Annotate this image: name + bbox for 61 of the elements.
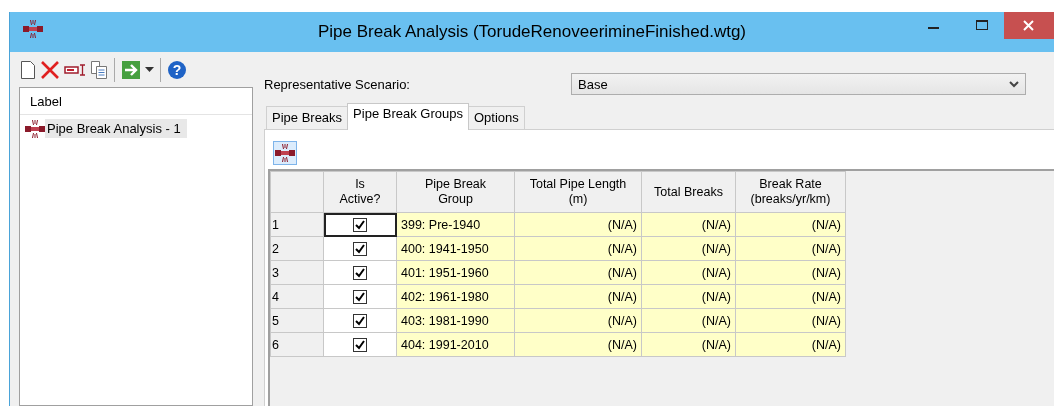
row-number: 5 xyxy=(270,308,324,333)
checkbox[interactable] xyxy=(353,313,367,328)
table-cell: (N/A) xyxy=(735,332,846,357)
table-cell: (N/A) xyxy=(735,284,846,309)
scenario-label: Representative Scenario: xyxy=(264,76,411,92)
checkbox[interactable] xyxy=(353,289,367,304)
column-header[interactable]: Break Rate (breaks/yr/km) xyxy=(735,171,846,213)
checkbox[interactable] xyxy=(353,217,367,232)
column-header[interactable]: Total Breaks xyxy=(641,171,736,213)
checkbox[interactable] xyxy=(353,241,367,256)
row-number: 4 xyxy=(270,284,324,309)
table-cell: 399: Pre-1940 xyxy=(396,212,515,237)
table-cell: (N/A) xyxy=(641,236,736,261)
checkbox[interactable] xyxy=(353,265,367,280)
row-number: 2 xyxy=(270,236,324,261)
table-cell: (N/A) xyxy=(735,260,846,285)
list-item[interactable]: Pipe Break Analysis - 1 xyxy=(45,119,187,138)
table-cell: (N/A) xyxy=(641,212,736,237)
table-cell: (N/A) xyxy=(641,284,736,309)
table-cell: (N/A) xyxy=(514,284,642,309)
table-cell: (N/A) xyxy=(735,212,846,237)
column-header[interactable]: Pipe Break Group xyxy=(396,171,515,213)
table-cell: (N/A) xyxy=(514,308,642,333)
rename-icon[interactable] xyxy=(64,63,86,77)
delete-icon[interactable] xyxy=(40,60,60,80)
table-cell: (N/A) xyxy=(641,260,736,285)
help-icon[interactable]: ? xyxy=(167,60,187,80)
pipe-break-icon xyxy=(25,119,45,138)
app-icon xyxy=(23,19,43,38)
table-cell: 400: 1941-1950 xyxy=(396,236,515,261)
table-cell: (N/A) xyxy=(641,332,736,357)
table-cell: (N/A) xyxy=(514,212,642,237)
pipe-break-icon xyxy=(275,144,295,162)
table-cell: (N/A) xyxy=(641,308,736,333)
new-document-icon[interactable] xyxy=(20,60,36,80)
table-cell: 404: 1991-2010 xyxy=(396,332,515,357)
caret-icon[interactable] xyxy=(145,67,154,73)
copy-icon[interactable] xyxy=(90,60,108,80)
table-cell: (N/A) xyxy=(514,236,642,261)
group-toolbar-button[interactable] xyxy=(273,141,297,165)
table-cell: 403: 1981-1990 xyxy=(396,308,515,333)
scenario-dropdown[interactable]: Base xyxy=(571,73,1026,95)
row-number: 6 xyxy=(270,332,324,357)
column-header[interactable]: Total Pipe Length (m) xyxy=(514,171,642,213)
close-button[interactable] xyxy=(1004,12,1054,39)
table-cell: 402: 1961-1980 xyxy=(396,284,515,309)
tab[interactable]: Options xyxy=(467,106,525,130)
table-cell: (N/A) xyxy=(514,260,642,285)
column-header: Label xyxy=(30,94,62,109)
chevron-icon xyxy=(1009,80,1019,88)
row-number: 3 xyxy=(270,260,324,285)
table-cell: (N/A) xyxy=(735,308,846,333)
window-title: Pipe Break Analysis (TorudeRenoveerimineFinished.wtg) xyxy=(317,22,746,42)
checkbox[interactable] xyxy=(353,337,367,352)
table-cell: 401: 1951-1960 xyxy=(396,260,515,285)
tab[interactable]: Pipe Break Groups xyxy=(347,103,469,130)
row-number: 1 xyxy=(270,212,324,237)
table-cell: (N/A) xyxy=(735,236,846,261)
table-cell: (N/A) xyxy=(514,332,642,357)
tab[interactable]: Pipe Breaks xyxy=(266,106,349,130)
column-header[interactable]: Is Active? xyxy=(323,171,397,213)
